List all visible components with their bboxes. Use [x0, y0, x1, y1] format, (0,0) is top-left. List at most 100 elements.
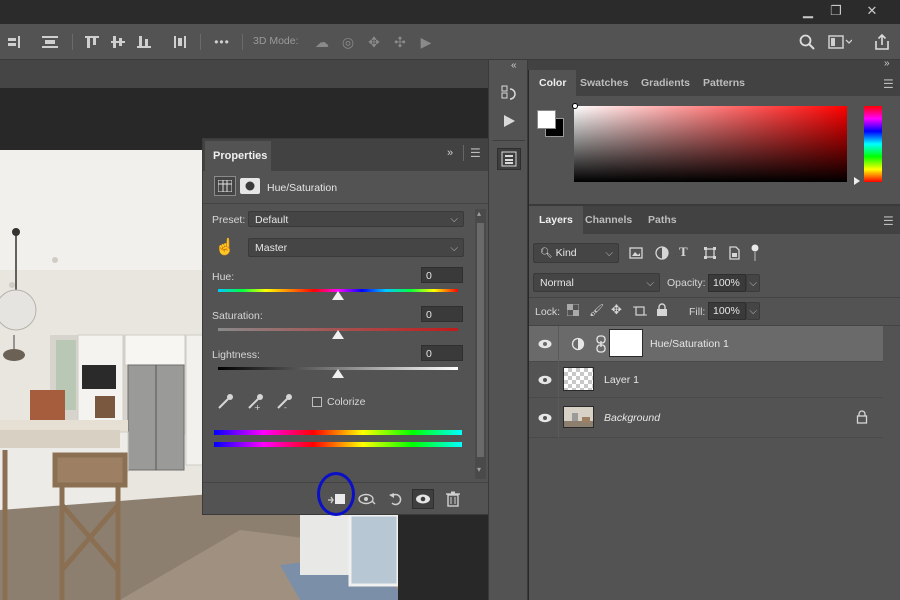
restore-button[interactable]: ❐	[822, 0, 850, 22]
tab-properties[interactable]: Properties	[205, 141, 271, 171]
hue-value-field[interactable]: 0	[421, 267, 463, 283]
lock-transparent-pixels-icon[interactable]	[566, 303, 581, 318]
reset-icon[interactable]	[385, 489, 407, 509]
tab-channels[interactable]: Channels	[575, 206, 642, 232]
lock-image-pixels-icon[interactable]: 🖌︎	[589, 303, 604, 317]
fill-field[interactable]: 100%	[708, 302, 746, 320]
scroll-thumb[interactable]	[477, 223, 484, 457]
visibility-eye-icon[interactable]	[537, 326, 553, 362]
3d-slide-icon[interactable]: ✣	[390, 32, 410, 52]
layer-name[interactable]: Hue/Saturation 1	[650, 338, 729, 350]
lightness-value-field[interactable]: 0	[421, 345, 463, 361]
targeted-adjustment-hand-icon[interactable]: ☝	[215, 237, 235, 257]
align-bottom-edges-icon[interactable]	[134, 32, 154, 52]
eyedropper-icon[interactable]	[216, 393, 236, 413]
blend-mode-dropdown[interactable]: Normal ⌵	[533, 273, 660, 292]
foreground-color-swatch-front[interactable]	[537, 110, 556, 129]
add-to-sample-eyedropper-icon[interactable]: +	[246, 393, 266, 413]
search-icon[interactable]	[797, 32, 817, 52]
opacity-dropdown[interactable]: ⌵	[746, 274, 760, 292]
visibility-icon[interactable]	[412, 489, 434, 509]
share-icon[interactable]	[872, 32, 892, 52]
tab-swatches[interactable]: Swatches	[570, 70, 638, 96]
lock-all-icon[interactable]	[656, 303, 668, 317]
3d-roll-icon[interactable]: ◎	[338, 32, 358, 52]
saturation-slider-thumb[interactable]	[332, 330, 344, 339]
search-icon: 🔍︎	[540, 248, 553, 259]
align-horizontal-centers-icon[interactable]	[40, 32, 60, 52]
panel-menu-icon[interactable]: ☰	[883, 77, 894, 91]
3d-orbit-icon[interactable]: ☁	[312, 32, 332, 52]
channel-dropdown[interactable]: Master ⌵	[248, 238, 464, 257]
highlight-circle	[317, 472, 355, 516]
actions-play-icon[interactable]	[497, 110, 521, 132]
layer-mask-thumbnail[interactable]	[609, 329, 643, 357]
tab-patterns[interactable]: Patterns	[693, 70, 755, 96]
visibility-eye-icon[interactable]	[537, 362, 553, 398]
3d-pan-icon[interactable]: ✥	[364, 32, 384, 52]
prevent-auto-nesting-icon[interactable]	[633, 304, 647, 318]
3d-camera-icon[interactable]: ▶	[416, 32, 436, 52]
pixel-layer-filter-icon[interactable]	[629, 246, 643, 260]
opacity-field[interactable]: 100%	[708, 274, 746, 292]
tab-paths[interactable]: Paths	[638, 206, 687, 232]
divider	[203, 203, 488, 204]
color-picker-field[interactable]	[574, 106, 847, 182]
colorize-checkbox[interactable]	[312, 397, 322, 407]
layer-name[interactable]: Layer 1	[604, 374, 639, 386]
colorize-label: Colorize	[327, 396, 366, 408]
preset-dropdown[interactable]: Default ⌵	[248, 211, 464, 227]
layer-row-hue-saturation[interactable]: Hue/Saturation 1	[529, 326, 883, 362]
layers-scroll-gutter	[883, 326, 900, 600]
link-icon[interactable]	[596, 335, 606, 353]
history-icon[interactable]	[497, 82, 521, 104]
hue-spectrum-bar[interactable]	[864, 106, 882, 182]
close-button[interactable]: ✕	[858, 0, 886, 22]
align-vertical-centers-icon[interactable]	[108, 32, 128, 52]
filter-kind-dropdown[interactable]: 🔍︎ Kind ⌵	[533, 243, 619, 263]
more-options-icon[interactable]: •••	[212, 32, 232, 52]
lock-position-icon[interactable]: ✥	[611, 302, 622, 318]
hue-slider-thumb[interactable]	[332, 291, 344, 300]
expand-dock-icon[interactable]: »	[884, 58, 890, 69]
lightness-slider-thumb[interactable]	[332, 369, 344, 378]
chevron-down-icon: ⌵	[749, 306, 757, 317]
color-picker-marker[interactable]	[572, 103, 578, 109]
hue-spectrum-marker[interactable]	[854, 177, 860, 185]
trash-icon[interactable]	[442, 489, 464, 509]
minimize-button[interactable]: ▁	[794, 0, 822, 22]
filter-toggle[interactable]	[751, 243, 759, 263]
tab-gradients[interactable]: Gradients	[631, 70, 700, 96]
panel-menu-icon[interactable]: ☰	[883, 214, 894, 228]
distribute-icon[interactable]	[170, 32, 190, 52]
layer-row-background[interactable]: Background	[529, 398, 883, 438]
panel-menu-icon[interactable]: ☰	[470, 146, 481, 160]
lock-icon[interactable]	[856, 410, 868, 424]
shape-layer-filter-icon[interactable]	[703, 246, 717, 260]
layer-row-layer-1[interactable]: Layer 1	[529, 362, 883, 398]
adjustment-layer-icon[interactable]	[214, 176, 236, 196]
align-top-edges-icon[interactable]	[82, 32, 102, 52]
type-layer-filter-icon[interactable]: T	[679, 244, 688, 260]
collapse-panel-icon[interactable]: »	[447, 147, 453, 159]
subtract-from-sample-eyedropper-icon[interactable]: -	[275, 393, 295, 413]
scroll-down-icon[interactable]: ▾	[477, 465, 481, 474]
view-previous-state-icon[interactable]	[356, 489, 378, 509]
scroll-up-icon[interactable]: ▴	[477, 209, 481, 218]
properties-scrollbar[interactable]: ▴ ▾	[475, 209, 486, 479]
collapse-dock-icon[interactable]: «	[511, 60, 517, 71]
properties-panel-icon[interactable]	[497, 148, 521, 170]
adjustment-layer-type-icon	[571, 337, 585, 351]
workspace-icon[interactable]	[826, 32, 854, 52]
mask-icon[interactable]	[240, 178, 260, 194]
align-right-edges-icon[interactable]	[4, 32, 24, 52]
visibility-eye-icon[interactable]	[537, 398, 553, 438]
layers-tab-bar: Layers Channels Paths ☰	[529, 206, 900, 234]
adjustment-layer-filter-icon[interactable]	[655, 246, 669, 260]
transparent-layer-thumbnail[interactable]	[563, 367, 594, 391]
saturation-value-field[interactable]: 0	[421, 306, 463, 322]
smart-object-filter-icon[interactable]	[727, 246, 741, 260]
background-layer-thumbnail[interactable]	[563, 406, 594, 428]
fill-dropdown[interactable]: ⌵	[746, 302, 760, 320]
layer-name[interactable]: Background	[604, 412, 660, 424]
